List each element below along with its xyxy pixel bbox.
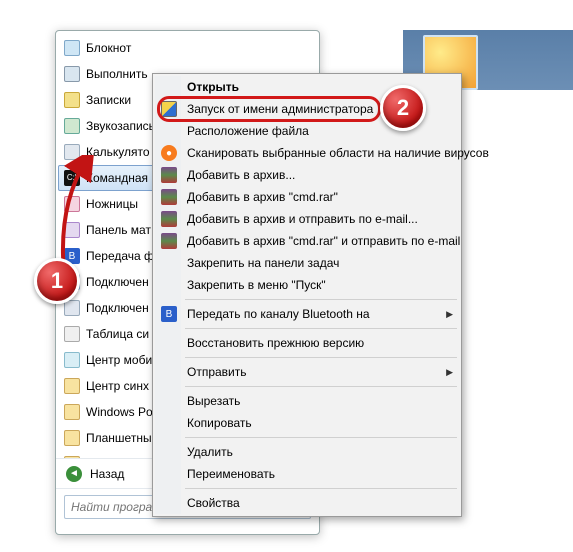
ctx-separator <box>185 299 457 300</box>
ctx-separator <box>185 328 457 329</box>
ctx-pin-taskbar[interactable]: Закрепить на панели задач <box>155 252 459 274</box>
ctx-separator <box>185 488 457 489</box>
ctx-run-as-admin-icon <box>161 101 177 117</box>
ctx-add-to-cmd-rar-icon <box>161 189 177 205</box>
program-label: Калькулято <box>86 145 150 159</box>
ctx-archive-cmd-email-icon <box>161 233 177 249</box>
context-menu: Открыть Запуск от имени администратора Рас… <box>152 73 462 517</box>
ctx-archive-email-icon <box>161 211 177 227</box>
program-label: Панель мат <box>86 223 151 237</box>
ctx-label: Удалить <box>187 445 233 459</box>
ctx-label: Переименовать <box>187 467 275 481</box>
back-arrow-icon: ◄ <box>66 466 82 482</box>
ctx-properties[interactable]: Свойства <box>155 492 459 514</box>
ctx-label: Сканировать выбранные области на наличие… <box>187 146 489 160</box>
prog-powershell-folder-icon <box>64 404 80 420</box>
program-label: Планшетны <box>86 431 152 445</box>
program-label: Командная <box>86 171 148 185</box>
ctx-send-bluetooth[interactable]: B Передать по каналу Bluetooth на ▶ <box>155 303 459 325</box>
program-label: Звукозапись <box>86 119 155 133</box>
prog-math-panel-icon <box>64 222 80 238</box>
prog-tablet-folder-icon <box>64 430 80 446</box>
submenu-arrow-icon: ▶ <box>446 367 453 378</box>
annotation-marker-1: 1 <box>34 258 80 304</box>
ctx-add-to-cmd-rar[interactable]: Добавить в архив "cmd.rar" <box>155 186 459 208</box>
ctx-scan-virus[interactable]: ●Сканировать выбранные области на наличи… <box>155 142 459 164</box>
ctx-separator <box>185 386 457 387</box>
ctx-delete[interactable]: Удалить <box>155 441 459 463</box>
back-label: Назад <box>90 467 124 481</box>
ctx-label: Добавить в архив "cmd.rar" и отправить п… <box>187 234 460 248</box>
prog-run-icon <box>64 66 80 82</box>
ctx-separator <box>185 357 457 358</box>
ctx-label: Закрепить в меню "Пуск" <box>187 278 326 292</box>
prog-projector-icon <box>64 300 80 316</box>
prog-charmap-icon <box>64 326 80 342</box>
ctx-label: Восстановить прежнюю версию <box>187 336 364 350</box>
annotation-marker-2: 2 <box>380 85 426 131</box>
ctx-label: Расположение файла <box>187 124 309 138</box>
program-label: Ножницы <box>86 197 138 211</box>
program-label: Центр синх <box>86 379 149 393</box>
ctx-label: Добавить в архив "cmd.rar" <box>187 190 338 204</box>
ctx-label: Передать по каналу Bluetooth на <box>187 307 370 321</box>
ctx-label: Запуск от имени администратора <box>187 102 373 116</box>
ctx-label: Открыть <box>187 80 239 94</box>
ctx-label: Закрепить на панели задач <box>187 256 339 270</box>
program-label: Windows Po <box>86 405 153 419</box>
ctx-cut[interactable]: Вырезать <box>155 390 459 412</box>
ctx-archive-email[interactable]: Добавить в архив и отправить по e-mail..… <box>155 208 459 230</box>
submenu-arrow-icon: ▶ <box>446 309 453 320</box>
program-label: Выполнить <box>86 67 148 81</box>
program-label: Передача ф <box>86 249 154 263</box>
ctx-send-bluetooth-icon: B <box>161 306 177 322</box>
ctx-label: Добавить в архив... <box>187 168 295 182</box>
program-label: Блокнот <box>86 41 131 55</box>
ctx-archive-cmd-email[interactable]: Добавить в архив "cmd.rar" и отправить п… <box>155 230 459 252</box>
ctx-copy[interactable]: Копировать <box>155 412 459 434</box>
prog-notepad-icon <box>64 40 80 56</box>
prog-notepad[interactable]: Блокнот <box>58 35 317 61</box>
program-label: Подключен <box>86 275 149 289</box>
prog-snipping-tool-icon <box>64 196 80 212</box>
ctx-label: Вырезать <box>187 394 240 408</box>
program-label: Таблица си <box>86 327 149 341</box>
prog-sync-center-icon <box>64 378 80 394</box>
program-label: Записки <box>86 93 131 107</box>
program-label: Подключен <box>86 301 149 315</box>
ctx-pin-start[interactable]: Закрепить в меню "Пуск" <box>155 274 459 296</box>
ctx-label: Отправить <box>187 365 247 379</box>
prog-sound-recorder-icon <box>64 118 80 134</box>
prog-mobility-center-icon <box>64 352 80 368</box>
prog-sticky-notes-icon <box>64 92 80 108</box>
ctx-label: Добавить в архив и отправить по e-mail..… <box>187 212 418 226</box>
ctx-label: Копировать <box>187 416 252 430</box>
ctx-rename[interactable]: Переименовать <box>155 463 459 485</box>
ctx-add-to-archive[interactable]: Добавить в архив... <box>155 164 459 186</box>
prog-calculator-icon <box>64 144 80 160</box>
ctx-add-to-archive-icon <box>161 167 177 183</box>
program-label: Центр моби <box>86 353 152 367</box>
ctx-label: Свойства <box>187 496 240 510</box>
ctx-restore-previous[interactable]: Восстановить прежнюю версию <box>155 332 459 354</box>
ctx-separator <box>185 437 457 438</box>
ctx-send-to[interactable]: Отправить ▶ <box>155 361 459 383</box>
ctx-scan-virus-icon: ● <box>161 145 177 161</box>
prog-command-prompt-icon: C:\ <box>64 170 80 186</box>
